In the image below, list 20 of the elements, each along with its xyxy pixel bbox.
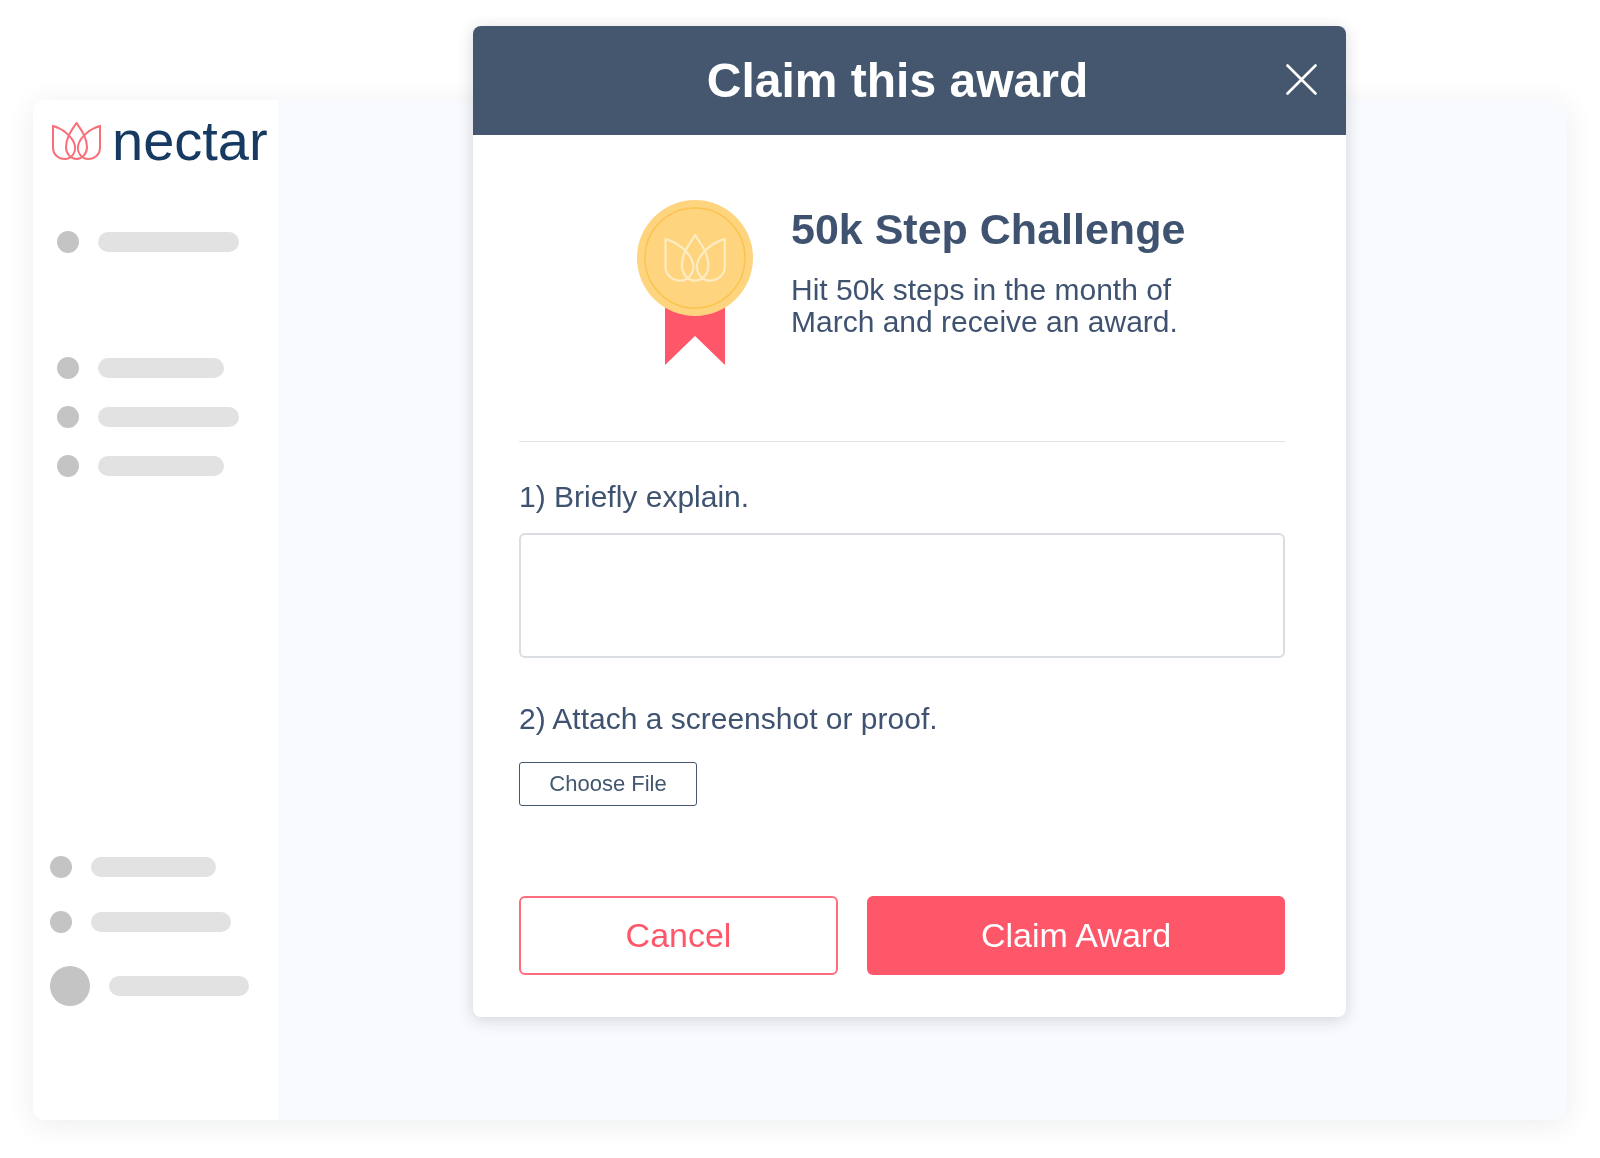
dot-icon — [57, 406, 79, 428]
avatar-circle-icon — [50, 966, 90, 1006]
dot-icon — [57, 357, 79, 379]
answer-field[interactable] — [519, 533, 1285, 658]
logo-text: nectar — [112, 113, 268, 169]
close-icon[interactable] — [1286, 64, 1317, 95]
dialog-title: Claim this award — [706, 52, 1089, 109]
dot-icon — [50, 856, 72, 878]
lotus-logo-icon — [51, 122, 102, 160]
choose-file-button[interactable]: Choose File — [519, 762, 697, 806]
medal-icon — [637, 200, 753, 365]
question-label: 2) Attach a screenshot or proof. — [519, 701, 939, 737]
dot-icon — [57, 231, 79, 253]
claim-button[interactable]: Claim Award — [867, 896, 1285, 975]
dot-icon — [57, 455, 79, 477]
award-description: Hit 50k steps in the month of March and receive an award. — [791, 273, 1179, 338]
dot-icon — [50, 911, 72, 933]
question-label: 1) Briefly explain. — [519, 479, 751, 515]
award-title: 50k Step Challenge — [791, 204, 1187, 255]
cancel-button[interactable]: Cancel — [519, 896, 838, 975]
